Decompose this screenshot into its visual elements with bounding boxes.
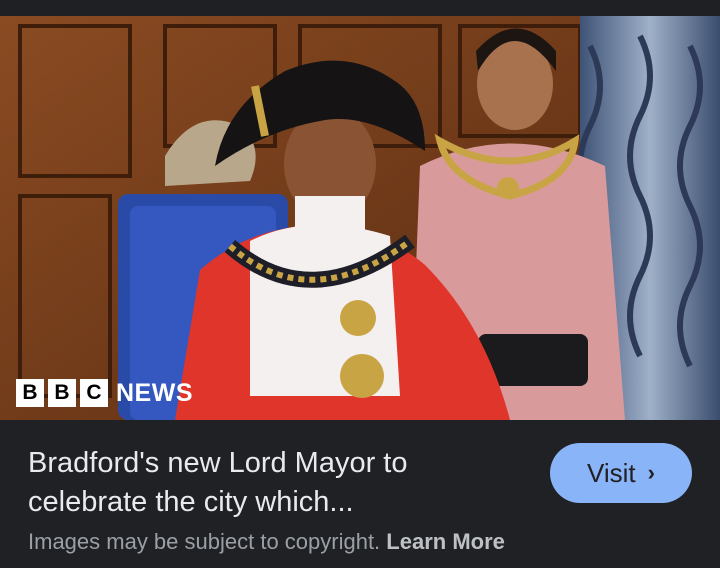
result-caption: Bradford's new Lord Mayor to celebrate t… [0, 420, 720, 568]
bbc-news-logo: B B C NEWS [16, 378, 193, 408]
chevron-right-icon: › [647, 460, 655, 485]
bbc-news-word: NEWS [116, 378, 193, 407]
article-title-link[interactable]: Bradford's new Lord Mayor to celebrate t… [28, 444, 528, 522]
news-photo[interactable]: B B C NEWS [0, 16, 720, 420]
visit-label: Visit [587, 457, 636, 488]
copyright-notice: Images may be subject to copyright. Lear… [28, 529, 505, 555]
visit-button[interactable]: Visit › [550, 443, 692, 503]
top-bar [0, 0, 720, 16]
photo-illustration [0, 16, 720, 420]
bbc-letter-b1: B [16, 379, 44, 407]
title-line-2: celebrate the city which... [28, 486, 354, 518]
bbc-letter-c: C [80, 379, 108, 407]
learn-more-link[interactable]: Learn More [386, 529, 505, 554]
copyright-text: Images may be subject to copyright. [28, 529, 381, 554]
title-line-1: Bradford's new Lord Mayor to [28, 447, 408, 479]
bbc-letter-b2: B [48, 379, 76, 407]
